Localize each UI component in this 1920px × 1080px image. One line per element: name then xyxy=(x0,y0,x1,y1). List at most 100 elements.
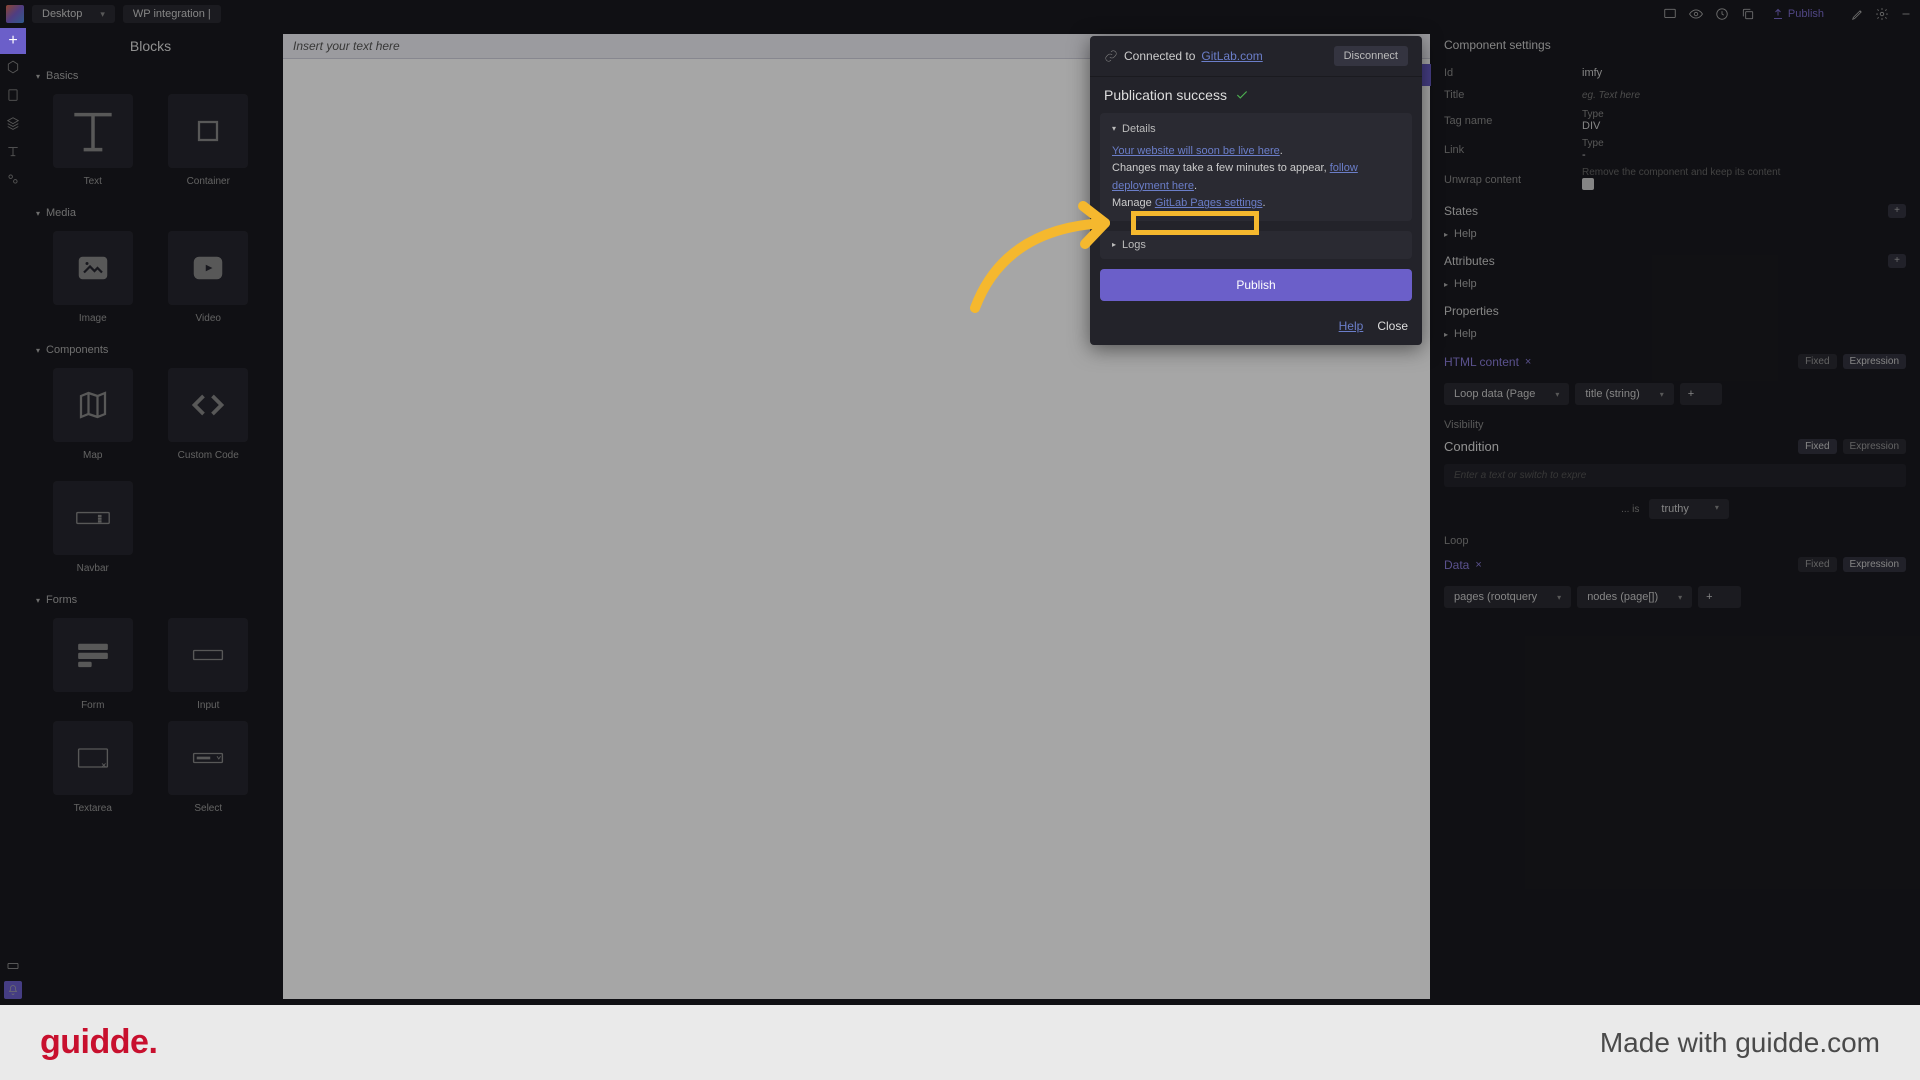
data-expression[interactable]: Expression xyxy=(1843,557,1906,572)
attributes-add[interactable]: + xyxy=(1888,254,1906,268)
block-textarea[interactable]: Textarea xyxy=(40,721,146,814)
block-video[interactable]: Video xyxy=(156,231,262,324)
pages-root-pill[interactable]: pages (rootquery xyxy=(1444,586,1571,608)
live-site-link[interactable]: Your website will soon be live here xyxy=(1112,145,1280,157)
type-value: DIV xyxy=(1582,120,1906,132)
visibility-section: Visibility xyxy=(1438,411,1912,433)
link-type-value: - xyxy=(1582,149,1906,161)
upload-icon xyxy=(1772,8,1784,20)
details-box: Details Your website will soon be live h… xyxy=(1100,113,1412,221)
unwrap-checkbox[interactable] xyxy=(1582,178,1594,190)
changes-text: Changes may take a few minutes to appear… xyxy=(1112,162,1330,174)
condition-label: Condition xyxy=(1444,439,1790,454)
loop-data-pill[interactable]: Loop data (Page xyxy=(1444,383,1569,405)
id-label: Id xyxy=(1444,67,1574,79)
block-form[interactable]: Form xyxy=(40,618,146,711)
collapse-icon[interactable] xyxy=(1898,6,1914,22)
data-label: Data xyxy=(1444,558,1469,572)
settings-icon[interactable] xyxy=(1874,6,1890,22)
publish-label: Publish xyxy=(1788,8,1824,20)
logs-box: Logs xyxy=(1100,231,1412,259)
link-type-label: Type xyxy=(1582,138,1906,149)
data-remove[interactable]: × xyxy=(1475,559,1481,571)
panel-title: Component settings xyxy=(1438,34,1912,62)
block-image[interactable]: Image xyxy=(40,231,146,324)
copy-icon[interactable] xyxy=(1740,6,1756,22)
popup-close-button[interactable]: Close xyxy=(1377,319,1408,333)
publish-button[interactable]: Publish xyxy=(1766,6,1830,22)
viewport-dropdown[interactable]: Desktop xyxy=(32,5,115,23)
check-icon xyxy=(1235,88,1249,102)
publication-success-label: Publication success xyxy=(1104,87,1227,103)
edit-icon[interactable] xyxy=(1850,6,1866,22)
block-navbar[interactable]: Navbar xyxy=(40,481,146,574)
block-input[interactable]: Input xyxy=(156,618,262,711)
title-string-pill[interactable]: title (string) xyxy=(1575,383,1673,405)
details-toggle[interactable]: Details xyxy=(1112,121,1400,139)
project-tab[interactable]: WP integration | xyxy=(123,5,221,23)
publish-popup: Connected to GitLab.com Disconnect Publi… xyxy=(1090,36,1422,345)
block-select[interactable]: Select xyxy=(156,721,262,814)
blocks-title: Blocks xyxy=(26,28,275,64)
component-settings-panel: Component settings Id imfy Title Tag nam… xyxy=(1430,28,1920,1005)
mode-fixed[interactable]: Fixed xyxy=(1798,354,1836,369)
preview-icon[interactable] xyxy=(1688,6,1704,22)
logs-toggle[interactable]: Logs xyxy=(1112,239,1400,251)
publish-action-button[interactable]: Publish xyxy=(1100,269,1412,301)
link-icon xyxy=(1104,49,1118,63)
html-content-label: HTML content xyxy=(1444,355,1519,369)
section-forms[interactable]: Forms xyxy=(26,588,275,612)
section-components[interactable]: Components xyxy=(26,338,275,362)
id-value: imfy xyxy=(1582,67,1602,79)
properties-help[interactable]: Help xyxy=(1438,322,1912,346)
add-expression[interactable]: + xyxy=(1680,383,1722,405)
link-label: Link xyxy=(1444,144,1574,156)
popup-help-link[interactable]: Help xyxy=(1339,319,1364,333)
bell-icon[interactable] xyxy=(4,981,22,999)
gitlab-host-link[interactable]: GitLab.com xyxy=(1201,49,1262,63)
gears-icon[interactable] xyxy=(6,172,20,186)
brand-bar: guidde. Made with guidde.com xyxy=(0,1005,1920,1080)
cond-fixed[interactable]: Fixed xyxy=(1798,439,1836,454)
add-tab[interactable]: + xyxy=(0,28,26,54)
history-icon[interactable] xyxy=(1714,6,1730,22)
block-map[interactable]: Map xyxy=(40,368,146,461)
hexagon-icon[interactable] xyxy=(6,60,20,74)
data-fixed[interactable]: Fixed xyxy=(1798,557,1836,572)
title-field-label: Title xyxy=(1444,89,1574,101)
section-basics[interactable]: Basics xyxy=(26,64,275,88)
type-label: Type xyxy=(1582,109,1906,120)
condition-input[interactable]: Enter a text or switch to expre xyxy=(1444,464,1906,487)
mode-expression[interactable]: Expression xyxy=(1843,354,1906,369)
loop-section: Loop xyxy=(1438,527,1912,549)
cond-expression[interactable]: Expression xyxy=(1843,439,1906,454)
section-media[interactable]: Media xyxy=(26,201,275,225)
connected-label: Connected to xyxy=(1124,49,1195,63)
keyboard-icon[interactable] xyxy=(4,957,22,975)
blocks-panel: Blocks Basics Text Container Media Image xyxy=(0,28,275,1005)
page-icon[interactable] xyxy=(6,88,20,102)
attributes-help[interactable]: Help xyxy=(1438,272,1912,296)
unwrap-label: Unwrap content xyxy=(1444,174,1574,186)
app-logo[interactable] xyxy=(6,5,24,23)
block-text[interactable]: Text xyxy=(40,94,146,187)
unwrap-hint: Remove the component and keep its conten… xyxy=(1582,167,1906,178)
block-custom-code[interactable]: Custom Code xyxy=(156,368,262,461)
is-label: ... is xyxy=(1621,504,1639,515)
made-with-label: Made with guidde.com xyxy=(1600,1027,1880,1059)
attributes-section: Attributes xyxy=(1444,254,1495,268)
title-input[interactable] xyxy=(1582,90,1782,101)
device-icon[interactable] xyxy=(1662,6,1678,22)
text-icon[interactable] xyxy=(6,144,20,158)
states-section: States xyxy=(1444,204,1478,218)
layers-icon[interactable] xyxy=(6,116,20,130)
nodes-page-pill[interactable]: nodes (page[]) xyxy=(1577,586,1692,608)
states-help[interactable]: Help xyxy=(1438,222,1912,246)
gitlab-pages-settings-link[interactable]: GitLab Pages settings xyxy=(1155,197,1263,209)
states-add[interactable]: + xyxy=(1888,204,1906,218)
disconnect-button[interactable]: Disconnect xyxy=(1334,46,1408,66)
truthy-select[interactable]: truthy xyxy=(1649,499,1729,519)
add-data-expr[interactable]: + xyxy=(1698,586,1740,608)
block-container[interactable]: Container xyxy=(156,94,262,187)
html-content-remove[interactable]: × xyxy=(1525,356,1531,368)
